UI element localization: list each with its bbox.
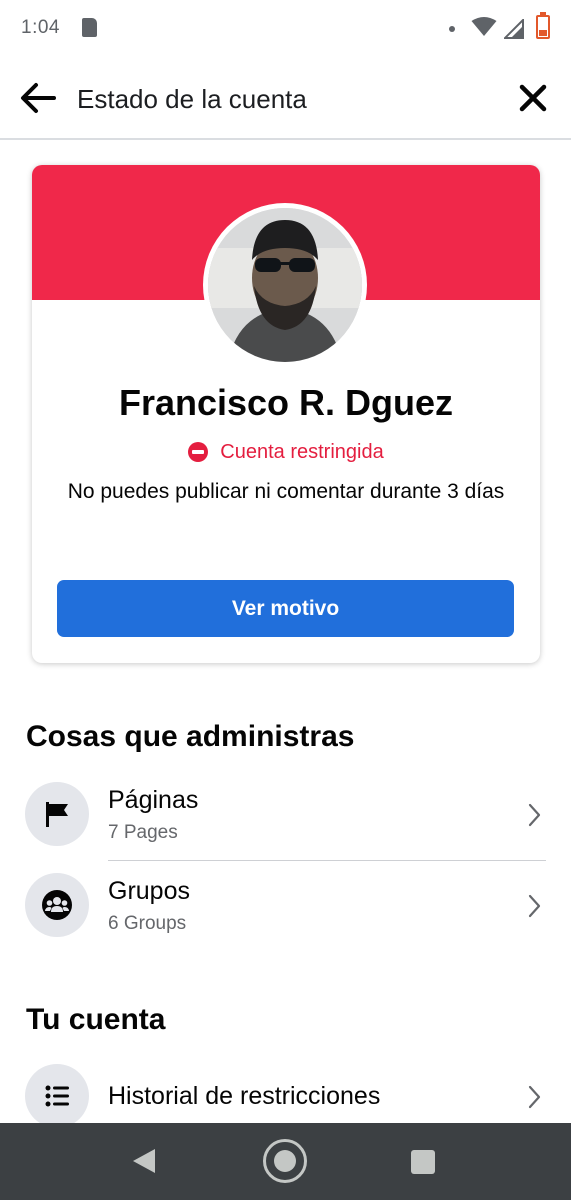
sd-card-icon — [82, 18, 97, 37]
close-icon[interactable] — [517, 82, 549, 114]
account-section-title: Tu cuenta — [26, 1003, 166, 1036]
notification-dot-icon — [449, 26, 455, 32]
profile-photo — [208, 208, 362, 362]
restriction-description: No puedes publicar ni comentar durante 3… — [67, 480, 505, 503]
status-time: 1:04 — [21, 17, 60, 38]
page-title: Estado de la cuenta — [77, 84, 307, 114]
account-status-label: Cuenta restringida — [220, 440, 384, 463]
arrow-left-icon[interactable] — [18, 80, 58, 116]
chevron-right-icon — [528, 894, 541, 918]
status-bar: 1:04 — [0, 0, 571, 56]
chevron-right-icon — [528, 1085, 541, 1109]
flag-icon — [25, 782, 89, 846]
nav-recents-icon[interactable] — [411, 1150, 435, 1174]
managed-section-title: Cosas que administras — [26, 720, 355, 753]
list-item-subtitle: 6 Groups — [108, 913, 187, 934]
list-icon — [25, 1064, 89, 1128]
avatar[interactable] — [203, 203, 367, 367]
battery-icon — [536, 12, 550, 39]
list-item-subtitle: 7 Pages — [108, 822, 178, 843]
nav-home-icon[interactable] — [263, 1139, 307, 1183]
groups-icon — [25, 873, 89, 937]
list-item-label: Historial de restricciones — [108, 1082, 381, 1110]
list-item-label: Grupos — [108, 877, 190, 905]
account-status-card: Francisco R. Dguez Cuenta restringida No… — [32, 165, 540, 663]
system-nav-bar — [0, 1123, 571, 1200]
list-item-groups[interactable]: Grupos 6 Groups — [0, 860, 571, 950]
app-header: Estado de la cuenta — [0, 56, 571, 140]
profile-name: Francisco R. Dguez — [118, 382, 454, 423]
account-status-row: Cuenta restringida — [32, 439, 540, 465]
list-item-pages[interactable]: Páginas 7 Pages — [0, 769, 571, 859]
screen: 1:04 Estado de la cuenta Francisco R. Dg… — [0, 0, 571, 1200]
nav-back-icon[interactable] — [131, 1147, 157, 1175]
list-item-label: Páginas — [108, 786, 199, 814]
no-entry-icon — [188, 442, 209, 462]
wifi-icon — [471, 17, 497, 36]
see-reason-button[interactable]: Ver motivo — [57, 580, 514, 637]
cell-signal-icon — [504, 19, 524, 39]
chevron-right-icon — [528, 803, 541, 827]
